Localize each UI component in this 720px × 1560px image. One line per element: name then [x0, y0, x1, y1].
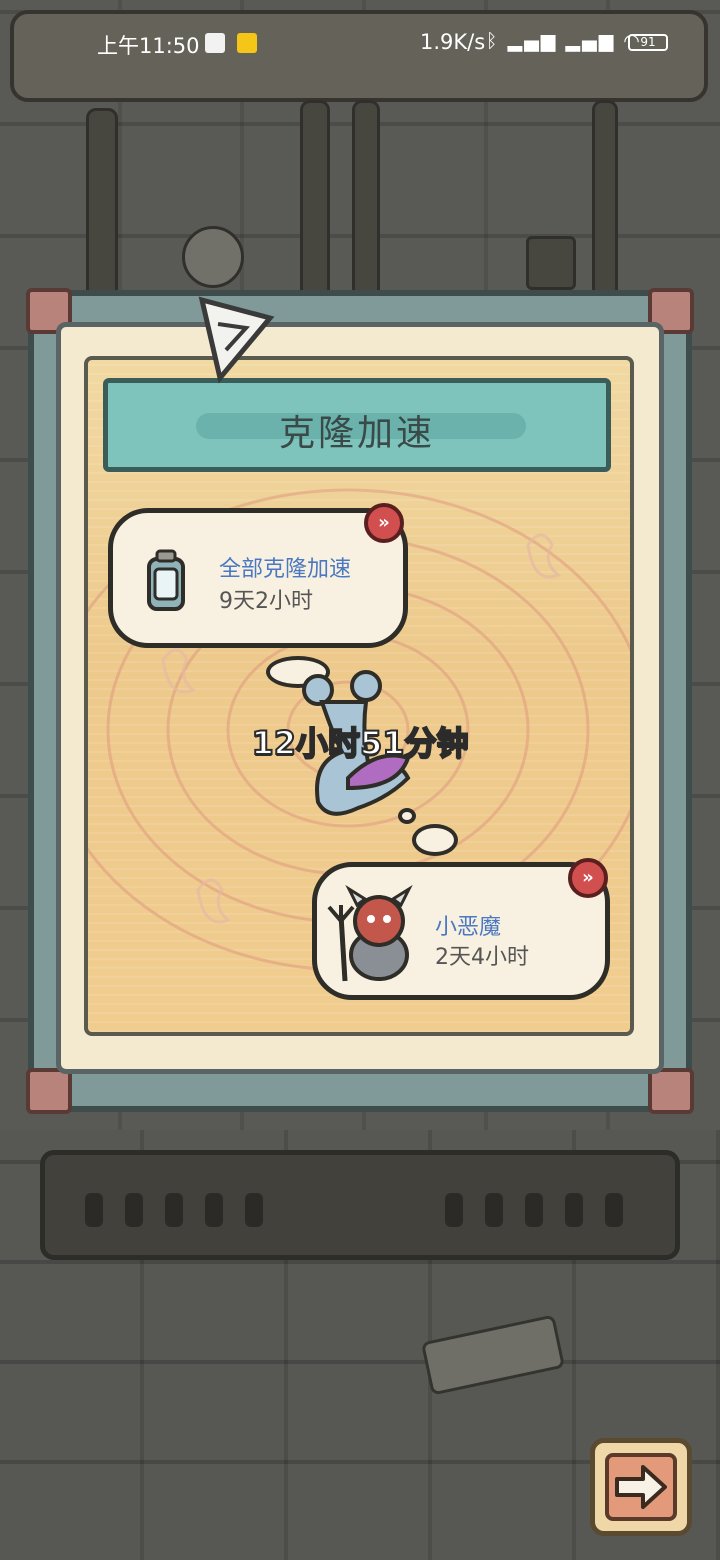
- pipe: [352, 100, 380, 316]
- all-clone-label: 全部克隆加速: [219, 557, 352, 582]
- title-banner: 克隆加速: [103, 378, 611, 472]
- signal-icon: ▂▄▆: [507, 30, 558, 52]
- network-speed: 1.9K/s: [420, 30, 486, 54]
- frame-corner-bolt: [26, 1068, 72, 1114]
- creature-name: 小恶魔: [435, 915, 502, 940]
- status-time: 上午11:50: [97, 34, 200, 58]
- creature-duration: 2天4小时: [435, 945, 529, 970]
- pressure-gauge-icon: [182, 226, 244, 288]
- clone-jar-icon: [147, 549, 185, 611]
- fast-forward-icon[interactable]: »: [568, 858, 608, 898]
- wallet-icon: [237, 33, 257, 53]
- dialog-title: 克隆加速: [278, 413, 435, 454]
- clone-machine-base: [40, 1150, 680, 1260]
- battery-indicator: 91: [628, 34, 668, 51]
- status-bar: 上午11:50 1.9K/s ᛒ ▂▄▆ ▂▄▆ ◠ 91: [0, 0, 720, 84]
- all-clone-duration: 9天2小时: [219, 589, 313, 614]
- pipe: [592, 100, 618, 306]
- creature-speedup-card[interactable]: 小恶魔 2天4小时: [312, 862, 610, 1000]
- lamp: [526, 236, 576, 290]
- pipe: [86, 108, 118, 304]
- pointer-marker-icon: [198, 296, 275, 384]
- signal-icons: ᛒ ▂▄▆ ▂▄▆ ◠: [486, 30, 642, 52]
- imp-creature-icon: [327, 885, 413, 982]
- all-clone-speedup-card[interactable]: 全部克隆加速 9天2小时: [108, 508, 408, 648]
- fast-forward-icon[interactable]: »: [364, 503, 404, 543]
- clone-remaining-timer: 12小时51分钟: [250, 723, 469, 763]
- frame-corner-bolt: [648, 1068, 694, 1114]
- next-button[interactable]: [590, 1438, 692, 1536]
- thought-cloud: [412, 824, 458, 856]
- arrow-right-icon: [615, 1465, 667, 1509]
- signal-icon: ▂▄▆: [565, 30, 616, 52]
- pipe: [300, 100, 330, 306]
- calendar-icon: [205, 33, 225, 53]
- bluetooth-icon: ᛒ: [486, 30, 500, 52]
